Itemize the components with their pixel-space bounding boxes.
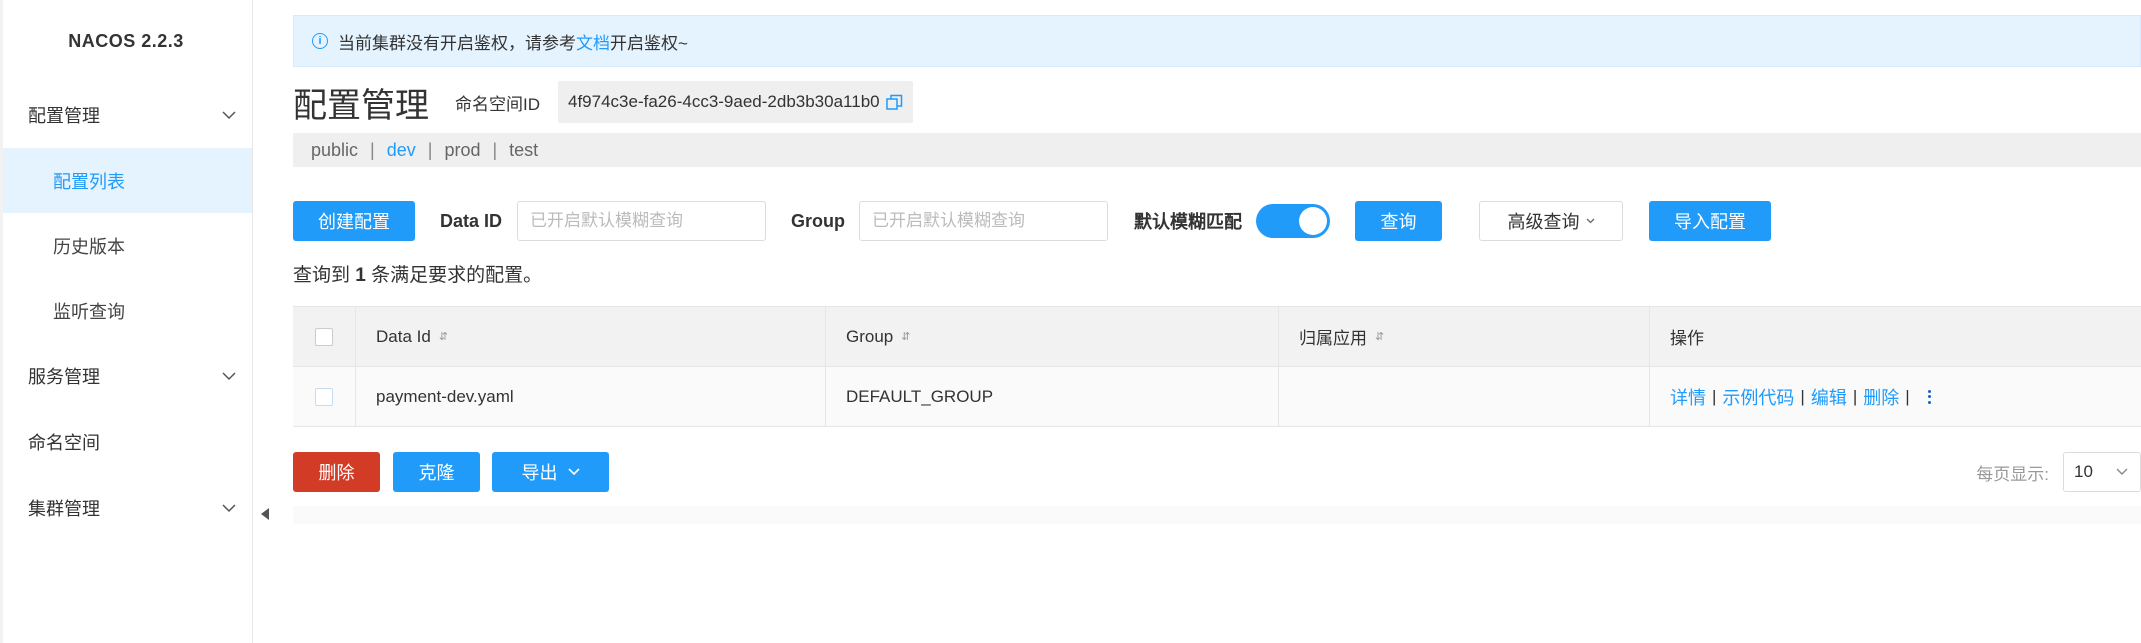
edit-link[interactable]: 编辑: [1811, 384, 1847, 410]
title-row: 配置管理 命名空间ID 4f974c3e-fa26-4cc3-9aed-2db3…: [293, 80, 913, 125]
advanced-query-label: 高级查询: [1507, 212, 1580, 232]
group-label: Group: [791, 210, 846, 231]
page-size-select[interactable]: 10: [2063, 452, 2141, 492]
namespace-tab-dev[interactable]: dev: [387, 140, 416, 161]
clone-button[interactable]: 克隆: [393, 452, 480, 492]
sidebar-item-listener[interactable]: 监听查询: [0, 278, 252, 343]
result-count: 1: [355, 265, 366, 286]
cell-data-id: payment-dev.yaml: [356, 367, 826, 426]
sidebar-group-service[interactable]: 服务管理: [0, 343, 252, 409]
sidebar-group-label: 服务管理: [28, 367, 100, 387]
create-config-button[interactable]: 创建配置: [293, 201, 415, 241]
column-label: 操作: [1670, 329, 1704, 348]
main-content: i 当前集群没有开启鉴权，请参考 文档 开启鉴权~ 配置管理 命名空间ID 4f97…: [293, 0, 2141, 643]
chevron-down-icon: [567, 468, 580, 476]
sidebar-group-label: 命名空间: [28, 433, 100, 453]
page-size-value: 10: [2074, 462, 2093, 481]
data-id-input[interactable]: [517, 201, 767, 241]
export-button[interactable]: 导出: [492, 452, 609, 492]
select-all-checkbox[interactable]: [315, 327, 333, 346]
tab-separator: |: [370, 139, 375, 160]
sidebar: NACOS 2.2.3 配置管理 配置列表 历史版本 监听查询 服务管理 命名空…: [0, 0, 253, 643]
copy-icon[interactable]: [885, 94, 903, 111]
auth-alert: i 当前集群没有开启鉴权，请参考 文档 开启鉴权~: [293, 15, 2141, 67]
table-header: Data Id ⇵ Group ⇵ 归属应用 ⇵ 操作: [293, 307, 2141, 367]
column-label: Data Id: [376, 326, 431, 346]
sample-code-link[interactable]: 示例代码: [1722, 384, 1794, 410]
sort-icon[interactable]: ⇵: [901, 330, 910, 343]
result-summary: 查询到 1 条满足要求的配置。: [293, 260, 542, 287]
sort-icon[interactable]: ⇵: [439, 330, 448, 343]
advanced-query-button[interactable]: 高级查询: [1479, 201, 1624, 241]
delete-button[interactable]: 删除: [293, 452, 380, 492]
chevron-down-icon: [220, 499, 238, 517]
page-size-selector: 每页显示: 10: [1976, 452, 2141, 492]
header-group[interactable]: Group ⇵: [826, 307, 1279, 366]
ops-separator: |: [1852, 386, 1858, 406]
sidebar-group-label: 集群管理: [28, 499, 100, 519]
tab-separator: |: [427, 139, 433, 160]
query-button[interactable]: 查询: [1355, 201, 1443, 241]
row-checkbox-cell: [293, 367, 356, 426]
namespace-tabs: public | dev | prod | test: [293, 133, 2141, 167]
column-label: Group: [846, 326, 894, 346]
sidebar-group-cluster[interactable]: 集群管理: [0, 475, 252, 541]
ops-separator: |: [1800, 386, 1805, 406]
info-icon: i: [312, 33, 328, 49]
column-label: 归属应用: [1299, 329, 1367, 348]
bulk-actions: 删除 克隆 导出: [293, 452, 609, 492]
header-checkbox-cell: [293, 307, 356, 366]
page-size-label: 每页显示:: [1976, 464, 2049, 484]
namespace-tab-test[interactable]: test: [509, 140, 538, 161]
more-vertical-icon[interactable]: [1927, 389, 1931, 404]
header-app[interactable]: 归属应用 ⇵: [1279, 307, 1650, 366]
sidebar-group-label: 配置管理: [28, 106, 100, 126]
sort-icon[interactable]: ⇵: [1375, 330, 1384, 343]
cell-group: DEFAULT_GROUP: [826, 367, 1279, 426]
header-data-id[interactable]: Data Id ⇵: [356, 307, 826, 366]
delete-link[interactable]: 删除: [1863, 384, 1899, 410]
export-label: 导出: [521, 463, 558, 483]
alert-docs-link[interactable]: 文档: [576, 29, 610, 54]
sidebar-item-config-list[interactable]: 配置列表: [0, 148, 252, 213]
alert-text: 当前集群没有开启鉴权，请参考: [338, 33, 576, 53]
ops-separator: |: [1905, 386, 1910, 406]
toggle-knob: [1299, 207, 1328, 235]
brand-logo: NACOS 2.2.3: [68, 30, 184, 51]
result-prefix: 查询到: [293, 265, 351, 286]
search-toolbar: 创建配置 Data ID Group 默认模糊匹配 查询 高级查询 导入配置: [293, 200, 1772, 242]
config-table: Data Id ⇵ Group ⇵ 归属应用 ⇵ 操作 payment-dev.yam…: [293, 306, 2141, 427]
cell-ops: 详情 | 示例代码 | 编辑 | 删除 |: [1650, 367, 2141, 426]
namespace-id-box: 4f974c3e-fa26-4cc3-9aed-2db3b30a11b0: [558, 81, 913, 123]
ops-separator: |: [1712, 386, 1717, 406]
sidebar-group-config[interactable]: 配置管理: [0, 82, 252, 148]
row-checkbox[interactable]: [315, 387, 333, 406]
namespace-tab-public[interactable]: public: [311, 140, 358, 161]
chevron-down-icon: [220, 106, 238, 124]
group-input[interactable]: [859, 201, 1109, 241]
sidebar-item-namespace[interactable]: 命名空间: [0, 409, 252, 475]
page-title: 配置管理: [293, 86, 429, 125]
chevron-down-icon: [1586, 218, 1595, 224]
result-suffix: 条满足要求的配置。: [371, 265, 543, 286]
table-row: payment-dev.yaml DEFAULT_GROUP 详情 | 示例代码 | 编…: [293, 367, 2141, 427]
sidebar-item-history[interactable]: 历史版本: [0, 213, 252, 278]
collapse-sidebar-icon[interactable]: [261, 508, 269, 520]
namespace-id-label: 命名空间ID: [455, 94, 540, 114]
fuzzy-match-label: 默认模糊匹配: [1134, 212, 1243, 232]
chevron-down-icon: [220, 367, 238, 385]
detail-link[interactable]: 详情: [1670, 384, 1706, 410]
fuzzy-match-toggle[interactable]: [1256, 204, 1331, 238]
header-ops: 操作: [1650, 307, 2141, 366]
namespace-tab-prod[interactable]: prod: [444, 140, 480, 161]
import-config-button[interactable]: 导入配置: [1649, 201, 1772, 241]
cell-app: [1279, 367, 1650, 426]
alert-text-after: 开启鉴权~: [610, 33, 688, 53]
chevron-down-icon: [2116, 468, 2128, 476]
footer-strip: [293, 506, 2141, 524]
data-id-label: Data ID: [440, 210, 503, 231]
tab-separator: |: [492, 139, 498, 160]
namespace-id-value: 4f974c3e-fa26-4cc3-9aed-2db3b30a11b0: [568, 92, 880, 111]
